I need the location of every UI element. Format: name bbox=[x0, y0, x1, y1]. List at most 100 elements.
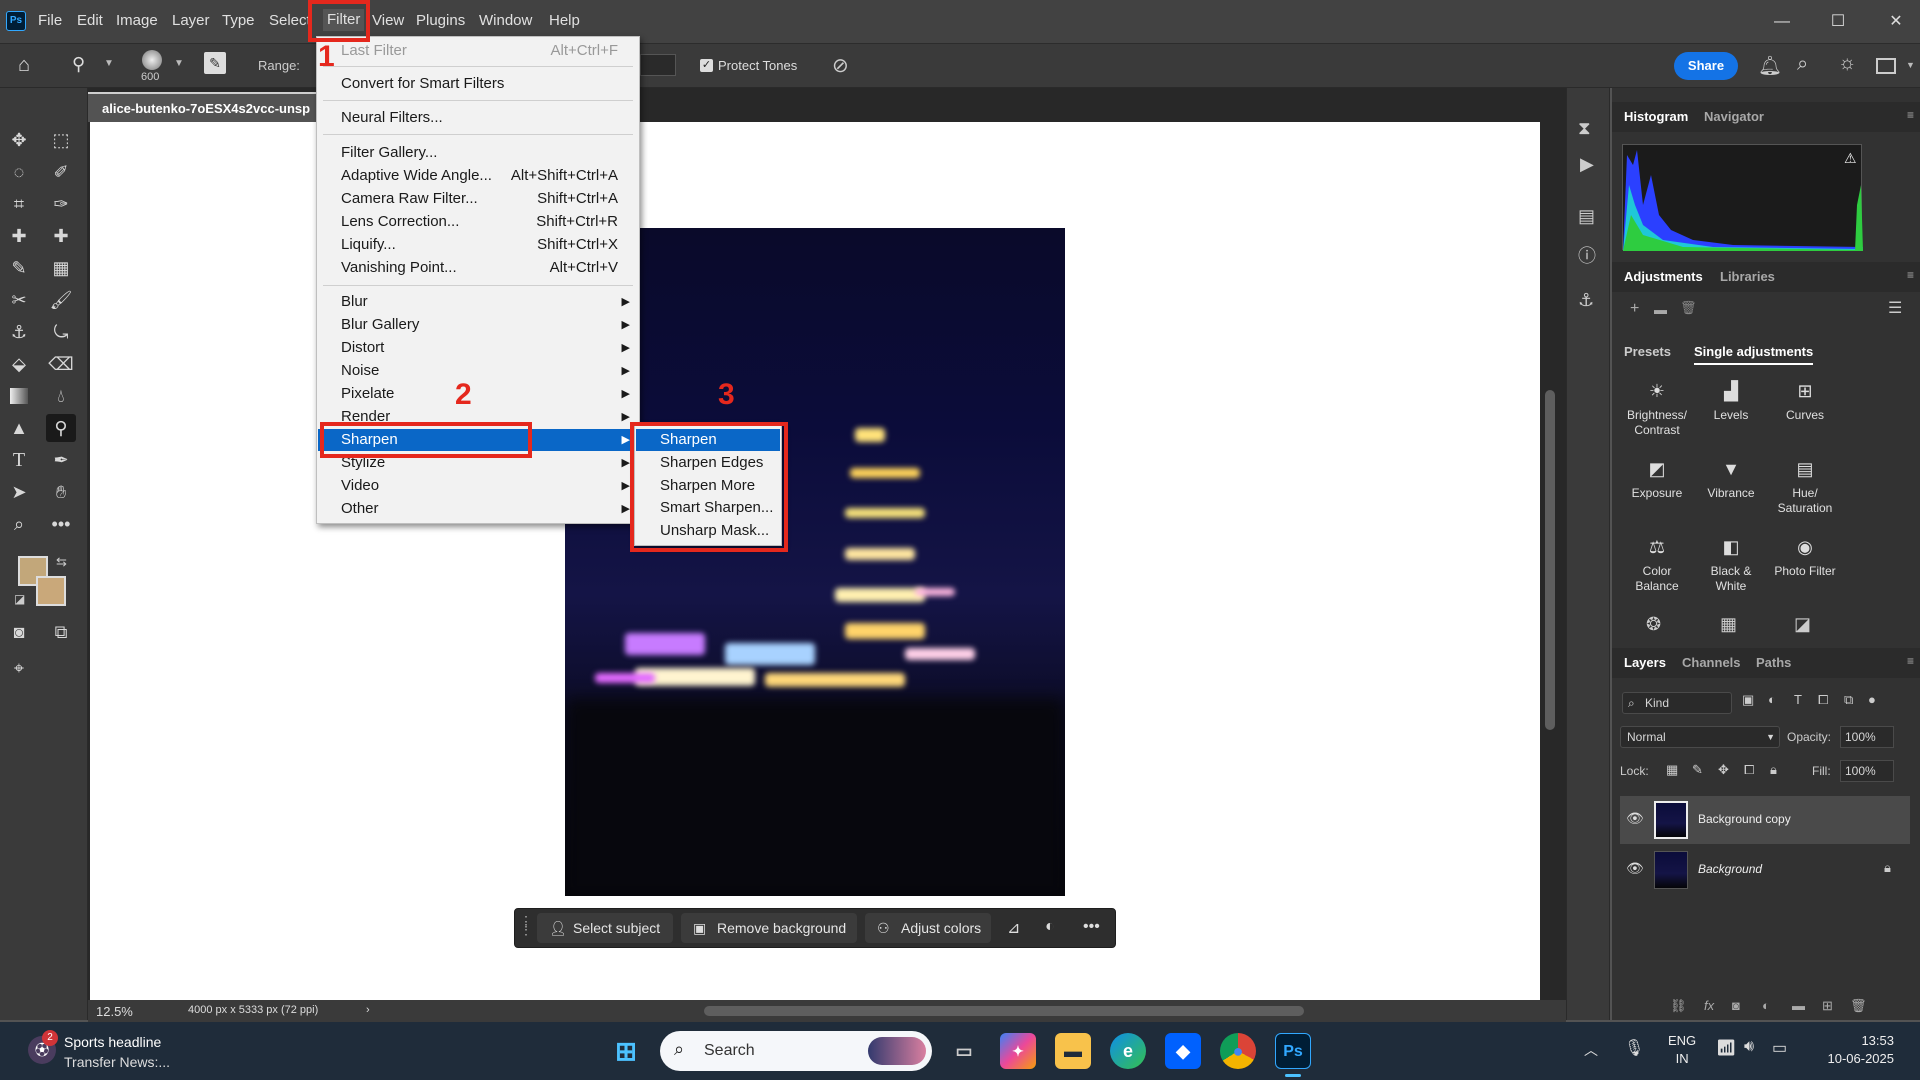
brush-preset-icon[interactable] bbox=[142, 50, 162, 70]
zoom-level[interactable]: 12.5% bbox=[96, 1004, 133, 1019]
adjustment-black-white[interactable]: ◧ Black & White bbox=[1694, 538, 1768, 594]
brush-settings-icon[interactable]: ✎ bbox=[204, 52, 226, 74]
list-view-icon[interactable]: ☰ bbox=[1888, 298, 1902, 318]
mask-icon[interactable]: ◐ bbox=[1045, 918, 1055, 936]
dodge-tool-icon[interactable]: ⚲ bbox=[46, 414, 76, 442]
adjustment-hue-saturation[interactable]: ▤ Hue/Saturation bbox=[1768, 460, 1842, 516]
language-indicator[interactable]: ENG IN bbox=[1668, 1032, 1696, 1068]
eye-icon[interactable]: 👁︎ bbox=[1626, 860, 1644, 877]
copilot-icon[interactable]: ✦ bbox=[1000, 1033, 1036, 1069]
protect-tones-checkbox[interactable]: ✓ bbox=[700, 59, 713, 72]
type-tool-icon[interactable]: T bbox=[4, 446, 34, 474]
airbrush-icon[interactable]: ⊘ bbox=[832, 53, 849, 78]
delete-layer-icon[interactable]: 🗑︎ bbox=[1850, 998, 1867, 1014]
menu-item-lens-correction[interactable]: Lens Correction... Shift+Ctrl+R bbox=[318, 211, 638, 233]
windows-start-icon[interactable]: ⊞ bbox=[608, 1033, 644, 1069]
quick-selection-tool-icon[interactable]: ✐ bbox=[46, 158, 76, 186]
menu-help[interactable]: Help bbox=[549, 12, 580, 29]
adjustment-curves[interactable]: ⊞ Curves bbox=[1768, 382, 1842, 423]
menu-item-pixelate[interactable]: Pixelate ▶ bbox=[318, 383, 638, 405]
bell-icon[interactable]: 🔔︎ bbox=[1758, 54, 1782, 78]
fill-field[interactable]: 100% bbox=[1840, 760, 1894, 782]
more-tools-icon[interactable]: ••• bbox=[46, 510, 76, 538]
menu-item-camera-raw-filter[interactable]: Camera Raw Filter... Shift+Ctrl+A bbox=[318, 188, 638, 210]
clone-stamp-tool-icon[interactable]: ⚓︎ bbox=[4, 318, 34, 346]
filter-adjustment-icon[interactable]: ◐ bbox=[1768, 692, 1776, 707]
blend-mode-select[interactable]: Normal ▼ bbox=[1620, 726, 1780, 748]
lock-transparent-icon[interactable]: ▦ bbox=[1666, 762, 1678, 778]
patch-tool-icon[interactable]: ✎ bbox=[4, 254, 34, 282]
tab-paths[interactable]: Paths bbox=[1756, 655, 1791, 670]
add-icon[interactable]: + bbox=[1630, 300, 1639, 318]
history-icon[interactable]: ⧗ bbox=[1578, 118, 1591, 139]
menu-view[interactable]: View bbox=[372, 12, 404, 29]
news-widget[interactable]: ⚽︎ 2 Sports headline Transfer News:... bbox=[22, 1030, 192, 1074]
layer-kind-filter[interactable]: ⌕ Kind bbox=[1622, 692, 1732, 714]
history-brush-tool-icon[interactable]: ⤿ bbox=[46, 318, 76, 346]
marquee-tool-icon[interactable]: ⬚ bbox=[46, 126, 76, 154]
color-lookup-icon[interactable]: ▦ bbox=[1720, 614, 1737, 635]
chevron-right-icon[interactable]: › bbox=[366, 1004, 370, 1016]
tab-histogram[interactable]: Histogram bbox=[1624, 109, 1688, 124]
exposure-field[interactable] bbox=[640, 54, 676, 76]
filter-smart-object-icon[interactable]: ⧉ bbox=[1844, 692, 1853, 708]
menu-item-filter-gallery[interactable]: Filter Gallery... bbox=[318, 142, 638, 164]
trash-icon[interactable]: 🗑︎ bbox=[1680, 300, 1697, 316]
menu-item-blur[interactable]: Blur ▶ bbox=[318, 291, 638, 313]
clone-source-icon[interactable]: ⚓︎ bbox=[1578, 290, 1594, 311]
layer-row-background-copy[interactable]: 👁︎ Background copy bbox=[1620, 796, 1910, 844]
microphone-icon[interactable]: 🎙︎ bbox=[1624, 1038, 1644, 1058]
info-icon[interactable]: ⓘ bbox=[1578, 242, 1596, 268]
menu-layer[interactable]: Layer bbox=[172, 12, 210, 29]
document-photo[interactable] bbox=[565, 228, 1065, 896]
workspace-icon[interactable] bbox=[1876, 58, 1896, 74]
properties-icon[interactable]: ▤ bbox=[1578, 206, 1595, 227]
panel-menu-icon[interactable]: ≡ bbox=[1907, 654, 1914, 668]
chevron-down-icon[interactable]: ▼ bbox=[104, 58, 114, 69]
content-aware-tool-icon[interactable]: ▦ bbox=[46, 254, 76, 282]
clock[interactable]: 13:53 10-06-2025 bbox=[1814, 1032, 1895, 1068]
menu-item-convert-smart-filters[interactable]: Convert for Smart Filters bbox=[318, 73, 638, 95]
menu-item-vanishing-point[interactable]: Vanishing Point... Alt+Ctrl+V bbox=[318, 257, 638, 279]
menu-type[interactable]: Type bbox=[222, 12, 255, 29]
tab-single-adjustments[interactable]: Single adjustments bbox=[1694, 344, 1814, 365]
chrome-icon[interactable]: ● bbox=[1220, 1033, 1256, 1069]
tab-libraries[interactable]: Libraries bbox=[1720, 269, 1775, 284]
menu-item-last-filter[interactable]: Last Filter Alt+Ctrl+F bbox=[318, 40, 638, 62]
new-layer-icon[interactable]: ⊞ bbox=[1822, 998, 1833, 1014]
crop-tool-icon[interactable]: ⌗ bbox=[4, 190, 34, 218]
adjustment-levels[interactable]: ▟ Levels bbox=[1694, 382, 1768, 423]
dodge-tool-icon[interactable]: ⚲ bbox=[72, 54, 85, 75]
file-explorer-icon[interactable]: ▬ bbox=[1055, 1033, 1091, 1069]
menu-file[interactable]: File bbox=[38, 12, 62, 29]
lock-position-icon[interactable]: ✥ bbox=[1718, 762, 1729, 778]
menu-window[interactable]: Window bbox=[479, 12, 532, 29]
fx-icon[interactable]: fx bbox=[1704, 998, 1714, 1013]
tab-presets[interactable]: Presets bbox=[1624, 344, 1671, 359]
filter-pixel-icon[interactable]: ▣ bbox=[1742, 692, 1754, 708]
tab-layers[interactable]: Layers bbox=[1624, 655, 1666, 670]
hand-tool-icon[interactable]: ✋︎ bbox=[46, 478, 76, 506]
menu-edit[interactable]: Edit bbox=[77, 12, 103, 29]
new-group-icon[interactable]: ▬ bbox=[1792, 998, 1805, 1013]
tab-adjustments[interactable]: Adjustments bbox=[1624, 269, 1703, 284]
move-tool-icon[interactable]: ✥ bbox=[4, 126, 34, 154]
volume-icon[interactable]: 🔊︎ bbox=[1744, 1038, 1754, 1056]
share-button[interactable]: Share bbox=[1674, 52, 1738, 80]
eye-icon[interactable]: 👁︎ bbox=[1626, 810, 1644, 827]
discover-icon[interactable]: ☼ bbox=[1838, 52, 1856, 75]
menu-item-other[interactable]: Other ▶ bbox=[318, 498, 638, 520]
menu-item-liquify[interactable]: Liquify... Shift+Ctrl+X bbox=[318, 234, 638, 256]
path-selection-tool-icon[interactable]: ➤ bbox=[4, 478, 34, 506]
search-icon[interactable]: ⌕ bbox=[1797, 53, 1808, 76]
panel-menu-icon[interactable]: ≡ bbox=[1907, 268, 1914, 282]
panel-menu-icon[interactable]: ≡ bbox=[1907, 108, 1914, 122]
eraser-tool-icon[interactable]: ⌫ bbox=[46, 350, 76, 378]
menu-image[interactable]: Image bbox=[116, 12, 158, 29]
dropbox-icon[interactable]: ◆ bbox=[1165, 1033, 1201, 1069]
menu-item-noise[interactable]: Noise ▶ bbox=[318, 360, 638, 382]
lasso-tool-icon[interactable]: ◌ bbox=[4, 158, 34, 186]
filter-type-icon[interactable]: T bbox=[1794, 692, 1802, 707]
default-colors-icon[interactable]: ◪ bbox=[14, 592, 25, 606]
menu-plugins[interactable]: Plugins bbox=[416, 12, 465, 29]
